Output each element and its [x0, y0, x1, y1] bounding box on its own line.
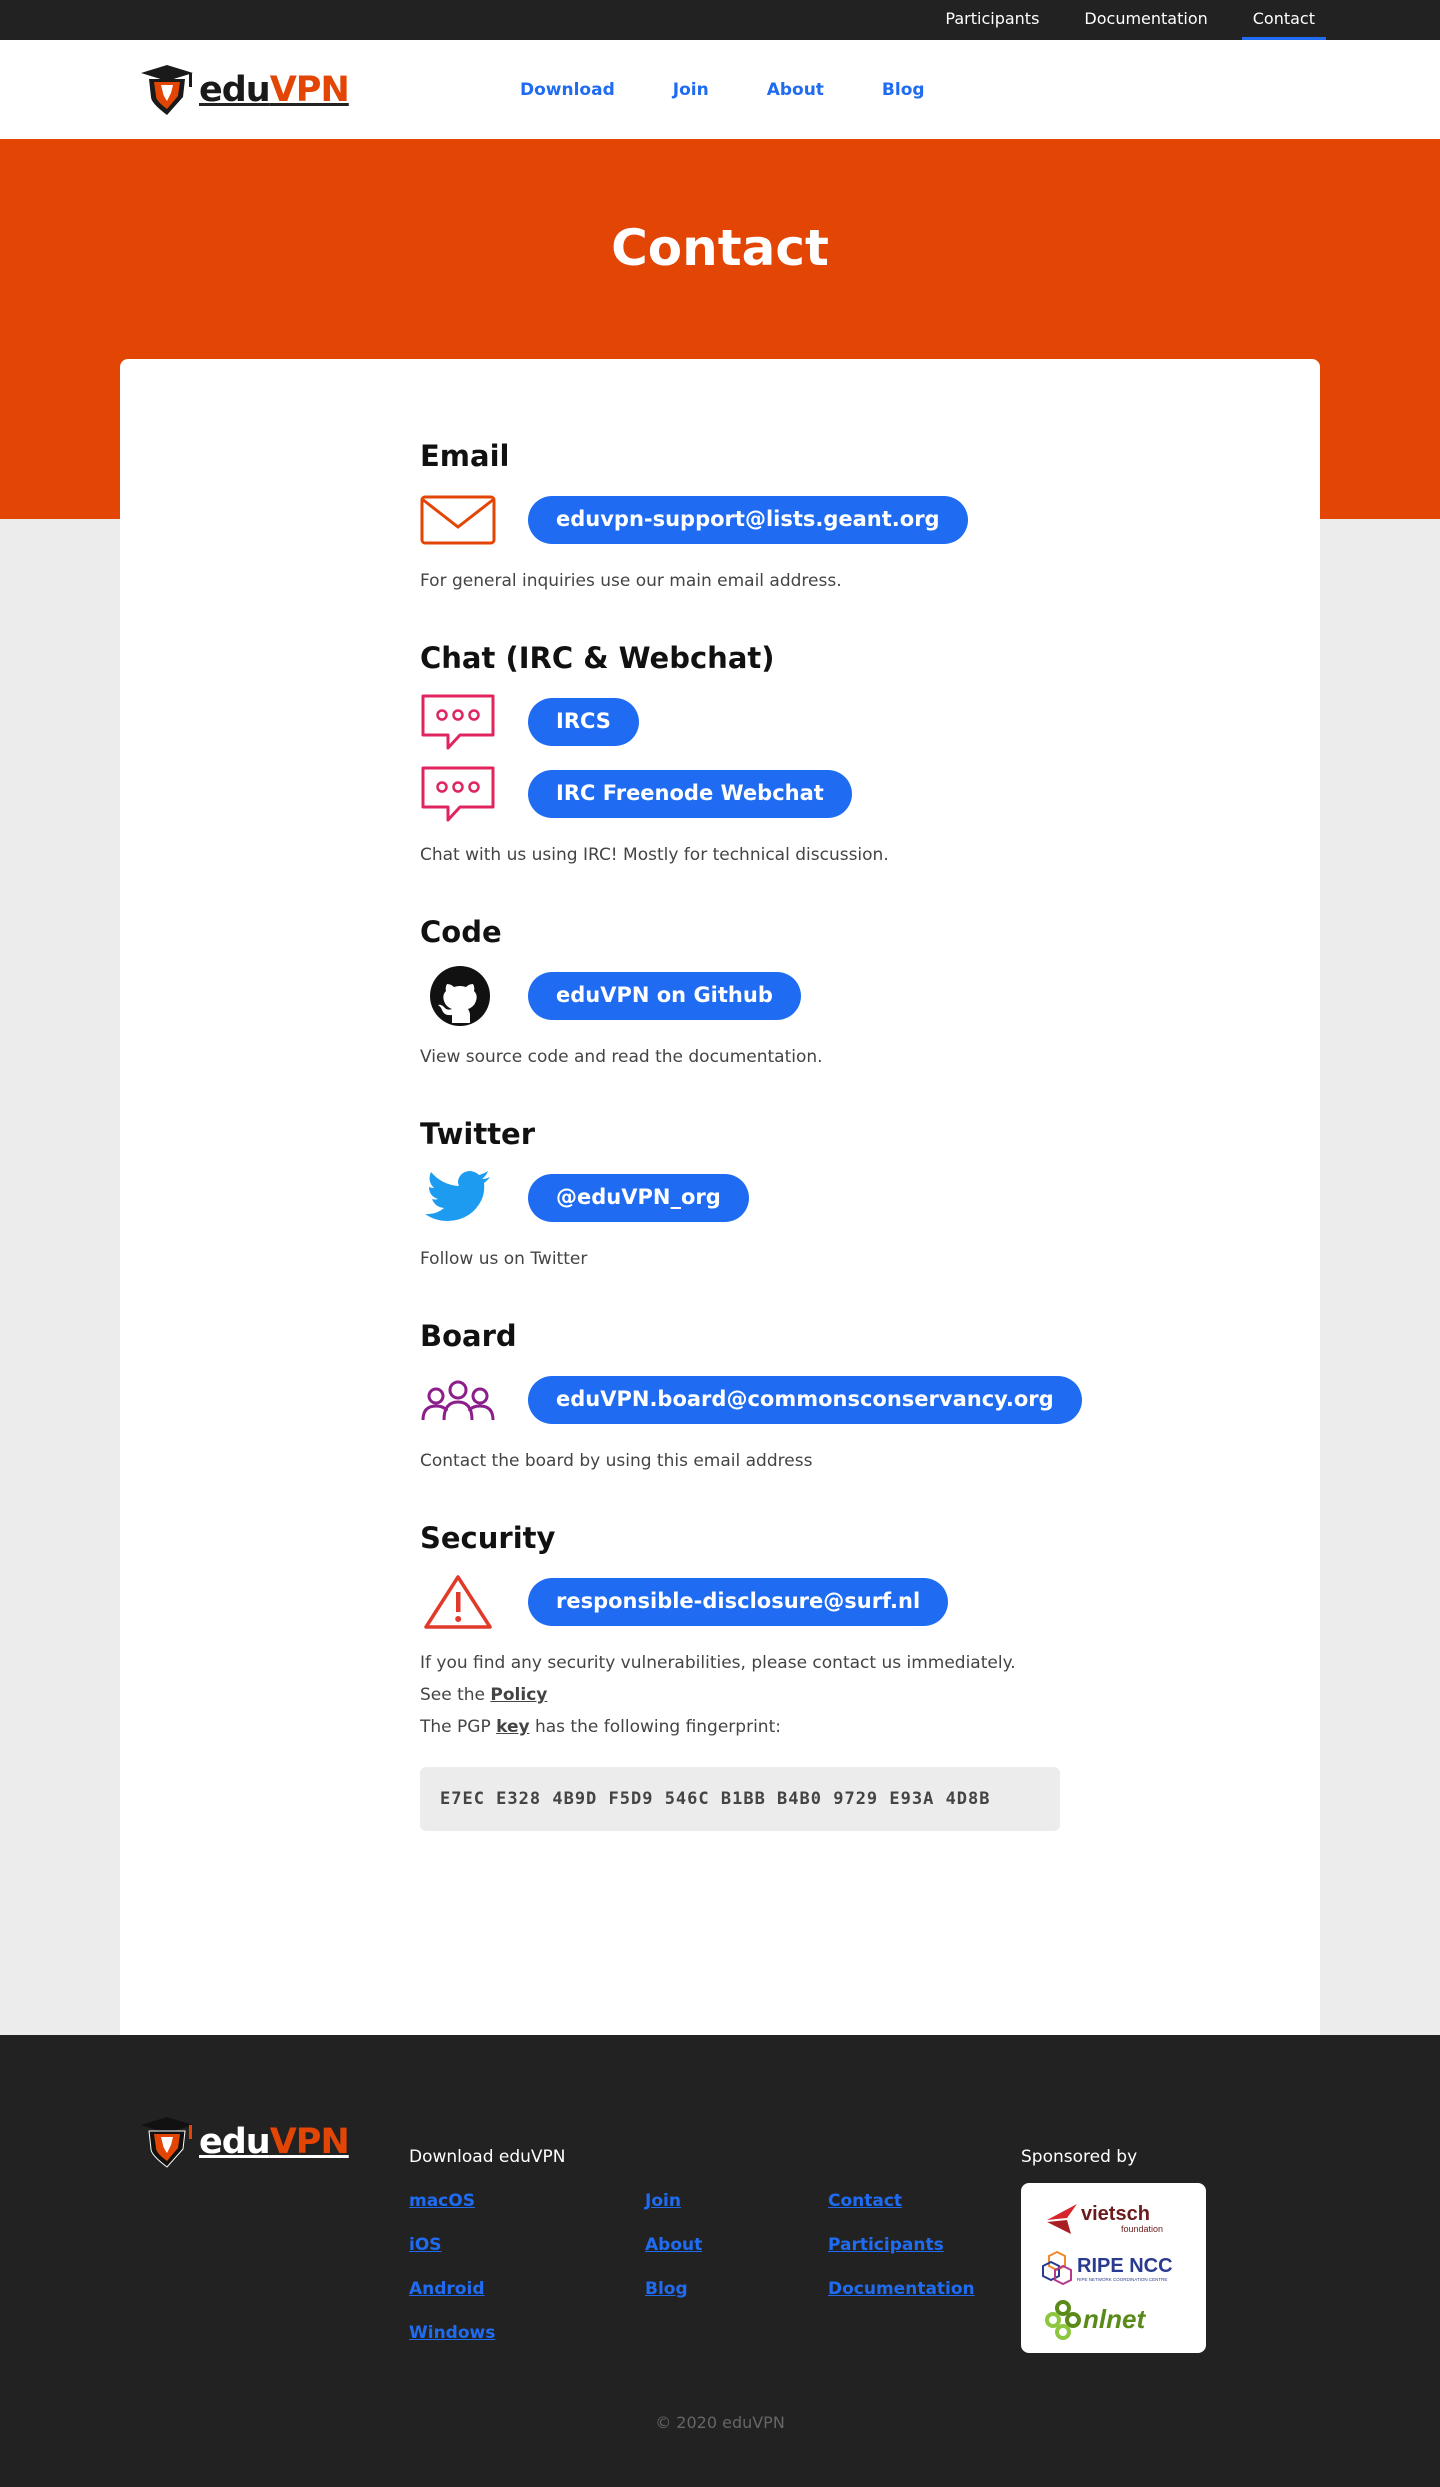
- sponsor-vietsch[interactable]: vietsch foundation: [1037, 2193, 1190, 2243]
- logo-text-edu: edu: [199, 70, 271, 110]
- top-nav-documentation[interactable]: Documentation: [1073, 0, 1218, 40]
- sponsor-ripe-sub: RIPE NETWORK COORDINATION CENTRE: [1077, 2277, 1167, 2282]
- people-group-icon: [420, 1373, 498, 1427]
- footer-download-heading: Download eduVPN: [409, 2147, 566, 2167]
- top-nav-participants[interactable]: Participants: [934, 0, 1050, 40]
- footer-link-windows[interactable]: Windows: [409, 2323, 495, 2343]
- main-nav: Download Join About Blog: [520, 40, 983, 139]
- top-bar: Participants Documentation Contact: [0, 0, 1440, 40]
- security-email-button[interactable]: responsible-disclosure@surf.nl: [528, 1578, 949, 1626]
- site-footer: eduVPN Download eduVPN macOS iOS Android…: [0, 2035, 1440, 2487]
- main-nav-join[interactable]: Join: [673, 80, 709, 100]
- contact-card: Email eduvpn-support@lists.geant.org For…: [120, 359, 1320, 2035]
- top-nav: Participants Documentation Contact: [911, 0, 1326, 40]
- section-security: Security responsible-disclosure@surf.nl …: [420, 1521, 1320, 1831]
- logo-text-vpn: VPN: [269, 70, 350, 110]
- irc-webchat-button[interactable]: IRC Freenode Webchat: [528, 770, 852, 818]
- footer-meta-links: Contact Participants Documentation: [828, 2191, 975, 2323]
- email-description: For general inquiries use our main email…: [420, 571, 842, 591]
- footer-link-about[interactable]: About: [645, 2235, 702, 2255]
- eduvpn-logo[interactable]: eduVPN: [139, 63, 350, 117]
- twitter-button[interactable]: @eduVPN_org: [528, 1174, 749, 1222]
- pgp-key-link[interactable]: key: [496, 1717, 529, 1737]
- main-nav-download[interactable]: Download: [520, 80, 615, 100]
- site-header: eduVPN Download Join About Blog: [0, 40, 1440, 139]
- eduvpn-shield-icon: [141, 65, 193, 115]
- eduvpn-shield-icon: [141, 2117, 193, 2168]
- twitter-heading: Twitter: [420, 1117, 536, 1151]
- sponsor-nlnet-name: nlnet: [1083, 2304, 1146, 2334]
- section-code: Code eduVPN on Github View source code a…: [420, 915, 1320, 1073]
- sponsor-vietsch-name: vietsch: [1081, 2203, 1150, 2225]
- ircs-button[interactable]: IRCS: [528, 698, 639, 746]
- sponsor-ripe-ncc[interactable]: RIPE NCC RIPE NETWORK COORDINATION CENTR…: [1037, 2243, 1190, 2293]
- email-heading: Email: [420, 439, 510, 473]
- footer-link-ios[interactable]: iOS: [409, 2235, 495, 2255]
- envelope-icon: [420, 493, 498, 547]
- security-pgp-line: The PGP key has the following fingerprin…: [420, 1717, 781, 1737]
- page-title: Contact: [611, 219, 829, 277]
- github-button[interactable]: eduVPN on Github: [528, 972, 801, 1020]
- email-support-button[interactable]: eduvpn-support@lists.geant.org: [528, 496, 968, 544]
- twitter-description: Follow us on Twitter: [420, 1249, 588, 1269]
- footer-link-blog[interactable]: Blog: [645, 2279, 702, 2299]
- top-nav-contact[interactable]: Contact: [1241, 0, 1326, 40]
- pgp-fingerprint: E7EC E328 4B9D F5D9 546C B1BB B4B0 9729 …: [420, 1767, 1060, 1831]
- chat-bubble-icon: [420, 694, 498, 750]
- footer-download-links: macOS iOS Android Windows: [409, 2191, 495, 2367]
- security-description: If you find any security vulnerabilities…: [420, 1653, 1016, 1673]
- footer-logo-text-edu: edu: [199, 2122, 271, 2162]
- twitter-bird-icon: [420, 1171, 498, 1225]
- board-email-button[interactable]: eduVPN.board@commonsconservancy.org: [528, 1376, 1082, 1424]
- sponsored-by-label: Sponsored by: [1021, 2147, 1138, 2167]
- sponsor-vietsch-sub: foundation: [1121, 2224, 1163, 2234]
- footer-eduvpn-logo[interactable]: eduVPN: [139, 2115, 350, 2169]
- github-icon: [420, 966, 498, 1026]
- sponsor-ripe-name: RIPE NCC: [1077, 2255, 1173, 2277]
- section-twitter: Twitter @eduVPN_org Follow us on Twitter: [420, 1117, 1320, 1275]
- board-heading: Board: [420, 1319, 517, 1353]
- main-nav-blog[interactable]: Blog: [882, 80, 925, 100]
- footer-link-android[interactable]: Android: [409, 2279, 495, 2299]
- code-description: View source code and read the documentat…: [420, 1047, 823, 1067]
- policy-link[interactable]: Policy: [490, 1685, 547, 1705]
- security-heading: Security: [420, 1521, 556, 1555]
- chat-heading: Chat (IRC & Webchat): [420, 641, 775, 675]
- sponsor-nlnet[interactable]: nlnet: [1037, 2293, 1190, 2343]
- footer-link-macos[interactable]: macOS: [409, 2191, 495, 2211]
- security-policy-line: See the Policy: [420, 1685, 548, 1705]
- board-description: Contact the board by using this email ad…: [420, 1451, 813, 1471]
- section-board: Board eduVPN.board@commonsconservancy.or…: [420, 1319, 1320, 1477]
- footer-link-documentation[interactable]: Documentation: [828, 2279, 975, 2299]
- section-email: Email eduvpn-support@lists.geant.org For…: [420, 439, 1320, 597]
- copyright: © 2020 eduVPN: [655, 2413, 785, 2432]
- chat-description: Chat with us using IRC! Mostly for techn…: [420, 845, 889, 865]
- sponsors-box: vietsch foundation RIPE NCC RIPE NETWORK…: [1021, 2183, 1206, 2353]
- chat-bubble-icon: [420, 766, 498, 822]
- footer-link-join[interactable]: Join: [645, 2191, 702, 2211]
- footer-link-contact[interactable]: Contact: [828, 2191, 975, 2211]
- warning-triangle-icon: [420, 1575, 498, 1629]
- footer-link-participants[interactable]: Participants: [828, 2235, 975, 2255]
- main-nav-about[interactable]: About: [767, 80, 824, 100]
- footer-logo-text-vpn: VPN: [269, 2122, 350, 2162]
- code-heading: Code: [420, 915, 502, 949]
- section-chat: Chat (IRC & Webchat) IRCS IRC Freenode W…: [420, 641, 1320, 871]
- footer-info-links: Join About Blog: [645, 2191, 702, 2323]
